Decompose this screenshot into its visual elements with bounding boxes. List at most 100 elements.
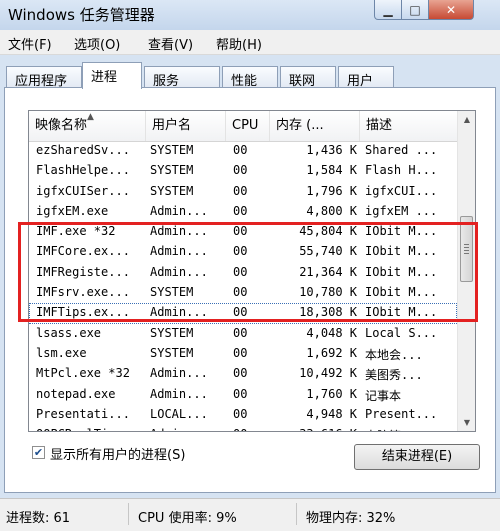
process-description: IObit M... [365, 305, 438, 320]
process-memory: 4,048 K [306, 325, 357, 340]
process-row[interactable]: IMFTips.ex... Admin... 00 18,308 K IObit M..… [29, 303, 457, 324]
grip-line [464, 253, 469, 254]
process-description: 电脑管... [365, 427, 455, 431]
show-all-users-checkbox[interactable]: ✔ [32, 446, 45, 459]
process-cpu: 00 [233, 224, 248, 239]
menu-help[interactable]: 帮助(H) [216, 34, 262, 53]
scrollbar-thumb[interactable] [460, 216, 473, 282]
process-row[interactable]: ezSharedSv... SYSTEM 00 1,436 K Shared ... [29, 141, 457, 161]
process-image-name: IMFTips.ex... [36, 305, 130, 320]
process-cpu: 00 [233, 264, 248, 279]
process-description: 美图秀... [365, 368, 423, 383]
tab-users[interactable]: 用户 [338, 66, 394, 89]
process-memory: 10,780 K [299, 285, 357, 300]
process-description: 本地会... [365, 347, 423, 362]
process-description: IObit M... [365, 285, 438, 300]
process-cpu: 00 [233, 285, 248, 300]
maximize-icon: □ [409, 2, 421, 17]
process-row[interactable]: lsass.exe SYSTEM 00 4,048 K Local S... [29, 324, 457, 344]
process-cpu: 00 [233, 325, 248, 340]
process-cpu: 00 [233, 163, 248, 178]
process-image-name: FlashHelpe... [36, 163, 130, 178]
menu-bar: 文件(F) 选项(O) 查看(V) 帮助(H) [0, 30, 500, 55]
column-image-name[interactable]: ▲ 映像名称 [29, 111, 146, 141]
column-header: ▲ 映像名称 用户名 CPU 内存 (... 描述 [29, 111, 457, 142]
process-user-name: Admin... [150, 427, 225, 431]
process-image-name: Presentati... [36, 406, 130, 421]
scroll-down-icon: ▼ [463, 418, 471, 427]
status-process-count: 进程数: 61 [6, 511, 71, 526]
process-row[interactable]: igfxEM.exe Admin... 00 4,800 K igfxEM ... [29, 202, 457, 222]
status-cpu-usage: CPU 使用率: 9% [138, 511, 237, 526]
process-row[interactable]: notepad.exe Admin... 00 1,760 K 记事本 [29, 385, 457, 405]
process-user-name: Admin... [150, 305, 208, 320]
tab-services[interactable]: 服务 [144, 66, 220, 89]
process-memory: 18,308 K [299, 305, 357, 320]
status-divider [128, 503, 129, 525]
process-row[interactable]: IMFsrv.exe... SYSTEM 00 10,780 K IObit M... [29, 283, 457, 303]
end-process-button[interactable]: 结束进程(E) [354, 444, 480, 470]
process-row[interactable]: lsm.exe SYSTEM 00 1,692 K 本地会... [29, 344, 457, 364]
process-description: 记事本 [365, 388, 402, 403]
process-description: igfxCUI... [365, 183, 438, 198]
column-memory[interactable]: 内存 (... [270, 111, 360, 141]
process-row[interactable]: IMFRegiste... Admin... 00 21,364 K IObit M..… [29, 263, 457, 283]
process-row[interactable]: IMF.exe *32 Admin... 00 45,804 K IObit M... [29, 222, 457, 242]
tab-networking[interactable]: 联网 [280, 66, 336, 89]
column-cpu[interactable]: CPU [226, 111, 270, 141]
process-row[interactable]: QQPCRealTi... Admin... 00 33,616 K 电脑管... [29, 425, 457, 431]
vertical-scrollbar[interactable]: ▲ ▼ [457, 111, 475, 431]
menu-file[interactable]: 文件(F) [8, 34, 52, 53]
close-button[interactable]: ✕ [428, 0, 474, 20]
tab-applications[interactable]: 应用程序 [6, 66, 82, 89]
column-user-name[interactable]: 用户名 [146, 111, 226, 141]
process-cpu: 00 [233, 427, 257, 431]
grip-line [464, 250, 469, 251]
process-description: IObit M... [365, 244, 438, 259]
process-row[interactable]: IMFCore.ex... Admin... 00 55,740 K IObit M..… [29, 242, 457, 262]
column-image-name-label: 映像名称 [35, 118, 88, 133]
process-memory: 1,436 K [306, 143, 357, 157]
process-image-name: IMFsrv.exe... [36, 285, 130, 300]
tab-processes[interactable]: 进程 [82, 62, 142, 89]
process-rows: ezSharedSv... SYSTEM 00 1,436 K Shared ... Fl… [29, 141, 457, 431]
process-cpu: 00 [233, 305, 248, 320]
process-description: IObit M... [365, 264, 438, 279]
process-user-name: LOCAL... [150, 406, 208, 421]
process-row[interactable]: FlashHelpe... SYSTEM 00 1,584 K Flash H... [29, 161, 457, 181]
minimize-button[interactable]: ▁ [374, 0, 402, 20]
process-image-name: lsass.exe [36, 325, 102, 340]
tab-performance[interactable]: 性能 [222, 66, 278, 89]
process-user-name: SYSTEM [150, 183, 194, 198]
process-description: Shared ... [365, 143, 438, 157]
scroll-up-button[interactable]: ▲ [458, 111, 475, 128]
minimize-icon: ▁ [383, 2, 393, 17]
status-bar: 进程数: 61 CPU 使用率: 9% 物理内存: 32% [0, 498, 500, 531]
checkmark-icon: ✔ [33, 446, 44, 459]
column-description[interactable]: 描述 [360, 111, 457, 141]
menu-options[interactable]: 选项(O) [74, 34, 120, 53]
process-description: Present... [365, 406, 438, 421]
process-user-name: Admin... [150, 203, 208, 218]
process-user-name: SYSTEM [150, 285, 194, 300]
process-image-name: IMFRegiste... [36, 264, 130, 279]
process-description: Flash H... [365, 163, 438, 178]
process-row[interactable]: igfxCUISer... SYSTEM 00 1,796 K igfxCUI... [29, 182, 457, 202]
process-memory: 1,692 K [306, 345, 357, 360]
window-title: Windows 任务管理器 [8, 6, 155, 24]
process-user-name: Admin... [150, 244, 208, 259]
process-image-name: QQPCRealTi... [36, 427, 146, 431]
maximize-button[interactable]: □ [401, 0, 429, 20]
process-cpu: 00 [233, 143, 248, 157]
sort-ascending-icon: ▲ [87, 112, 94, 122]
scroll-down-button[interactable]: ▼ [458, 414, 475, 431]
tab-strip: 应用程序 进程 服务 性能 联网 用户 [0, 60, 500, 89]
process-row[interactable]: Presentati... LOCAL... 00 4,948 K Present... [29, 405, 457, 425]
process-row[interactable]: MtPcl.exe *32 Admin... 00 10,492 K 美图秀... [29, 364, 457, 384]
menu-view[interactable]: 查看(V) [148, 34, 193, 53]
process-memory: 10,492 K [299, 366, 357, 381]
process-user-name: SYSTEM [150, 143, 194, 157]
process-memory: 45,804 K [299, 224, 357, 239]
process-description: igfxEM ... [365, 203, 438, 218]
process-memory: 1,584 K [306, 163, 357, 178]
